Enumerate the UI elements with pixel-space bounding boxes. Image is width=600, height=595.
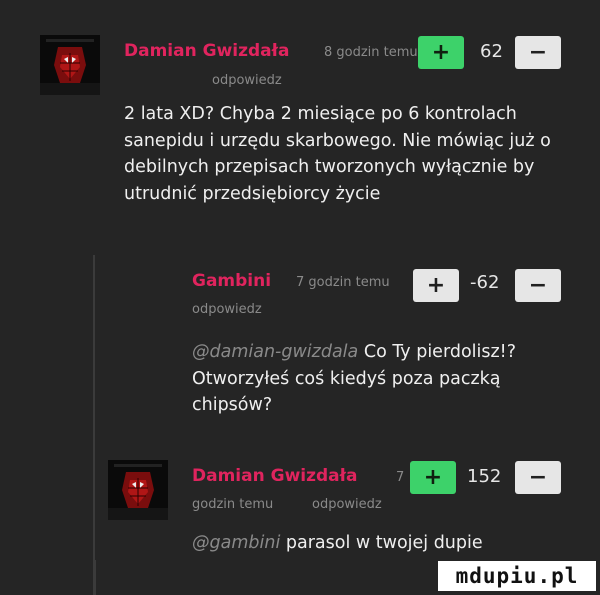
comment-author[interactable]: Damian Gwizdała — [124, 41, 289, 61]
downvote-button[interactable]: − — [515, 269, 561, 302]
upvote-button[interactable]: + — [418, 36, 464, 69]
comment-time-cont: godzin temu — [192, 497, 274, 512]
reply-link[interactable]: odpowiedz — [212, 73, 282, 88]
comment-time: 8 godzin temu — [324, 45, 418, 60]
minus-icon: − — [528, 464, 548, 490]
plus-icon: + — [431, 39, 451, 65]
avatar-icon — [108, 460, 168, 520]
upvote-button[interactable]: + — [413, 269, 459, 302]
comment-body: 2 lata XD? Chyba 2 miesiące po 6 kontrol… — [124, 104, 551, 204]
downvote-button[interactable]: − — [515, 36, 561, 69]
plus-icon: + — [426, 272, 446, 298]
avatar[interactable] — [108, 460, 168, 520]
watermark: mdupiu.pl — [438, 561, 596, 591]
minus-icon: − — [528, 272, 548, 298]
reply-link[interactable]: odpowiedz — [192, 302, 262, 317]
comment-body: @damian-gwizdala Co Ty pierdolisz!? Otwo… — [192, 339, 577, 419]
comment-author[interactable]: Damian Gwizdała — [192, 466, 357, 486]
upvote-button[interactable]: + — [410, 461, 456, 494]
vote-score: 62 — [480, 41, 503, 62]
minus-icon: − — [528, 39, 548, 65]
thread-line — [93, 255, 95, 595]
user-mention[interactable]: @damian-gwizdala — [192, 342, 358, 362]
reply-link[interactable]: odpowiedz — [312, 497, 382, 512]
downvote-button[interactable]: − — [515, 461, 561, 494]
comment-body-text: parasol w twojej dupie — [285, 533, 483, 553]
comment-time: 7 godzin temu — [296, 275, 390, 290]
comment-time: 7 — [396, 470, 405, 485]
thread-line-nested — [94, 560, 96, 595]
vote-score: -62 — [470, 272, 500, 293]
comment-body: @gambini parasol w twojej dupie — [192, 530, 483, 557]
comment-author[interactable]: Gambini — [192, 271, 271, 291]
user-mention[interactable]: @gambini — [192, 533, 280, 553]
plus-icon: + — [423, 464, 443, 490]
avatar-icon — [40, 35, 100, 95]
avatar[interactable] — [40, 35, 100, 95]
vote-score: 152 — [467, 466, 502, 487]
